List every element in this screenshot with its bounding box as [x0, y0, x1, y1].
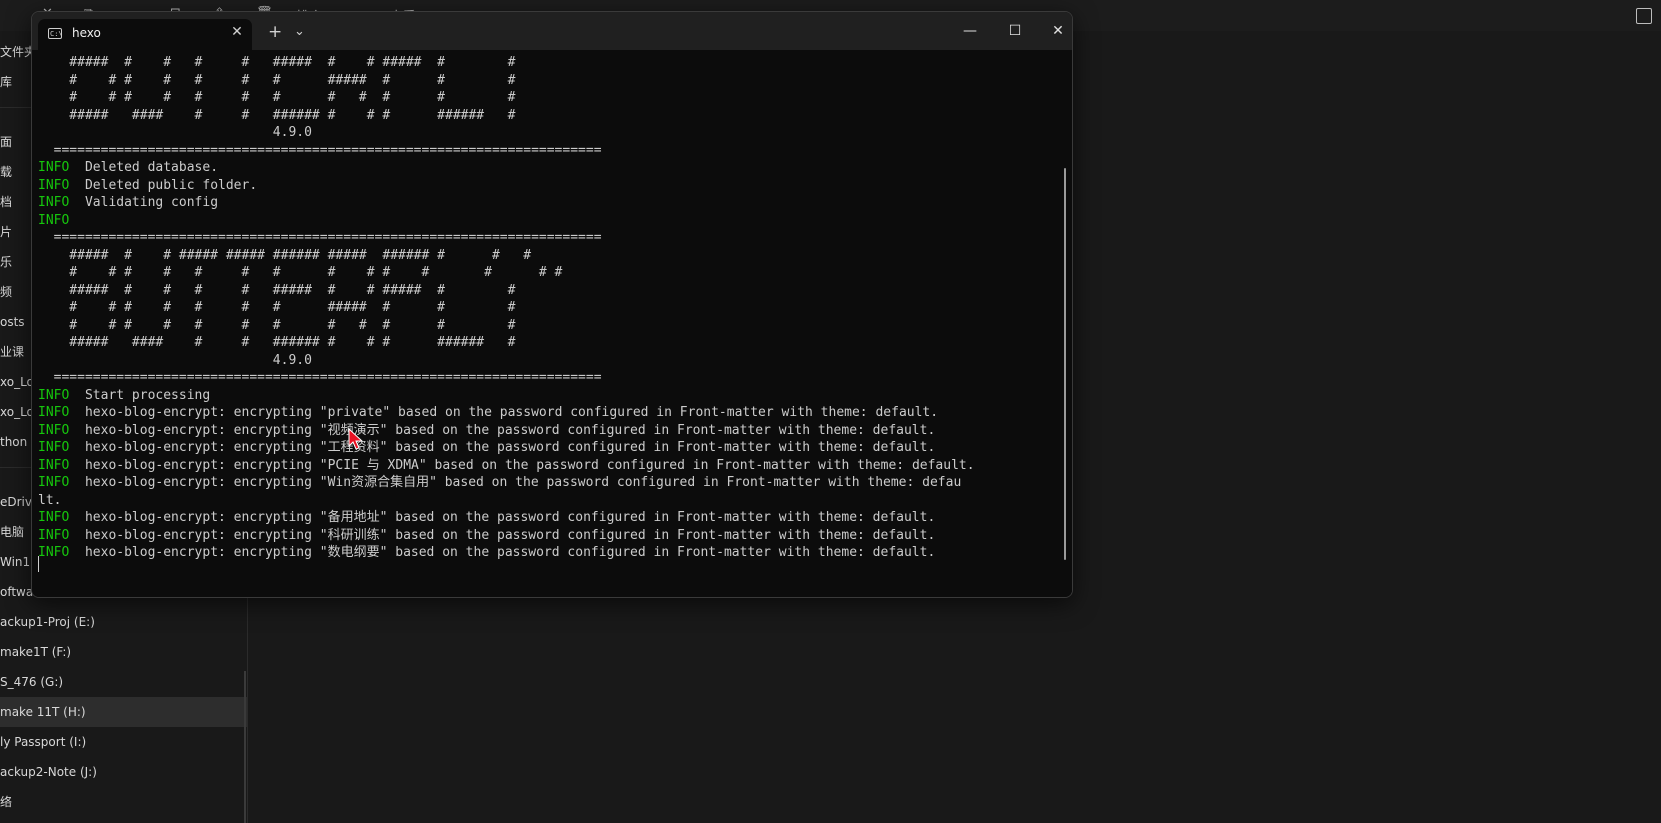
info-tag: INFO [38, 212, 70, 228]
terminal-line: INFO hexo-blog-encrypt: encrypting "视频演示… [38, 422, 975, 440]
terminal-line-text: ========================================… [38, 370, 602, 385]
terminal-output[interactable]: ##### # # # # ##### # # ##### # # # # # … [32, 50, 1072, 597]
info-tag: INFO [38, 422, 70, 438]
terminal-line: INFO hexo-blog-encrypt: encrypting "科研训练… [38, 527, 975, 545]
terminal-line: ##### #### # # ###### # # # ###### # [38, 334, 975, 352]
nav-item-drive-e[interactable]: ackup1-Proj (E:) [0, 607, 247, 637]
terminal-line-text: hexo-blog-encrypt: encrypting "科研训练" bas… [69, 527, 936, 543]
info-tag: INFO [38, 177, 70, 193]
info-tag: INFO [38, 545, 70, 560]
nav-item-drive-g[interactable]: S_476 (G:) [0, 667, 247, 697]
terminal-line: INFO hexo-blog-encrypt: encrypting "PCIE… [38, 457, 975, 475]
chevron-down-icon[interactable]: ⌄ [294, 23, 305, 41]
terminal-line: # # # # # # # ##### # # # [38, 299, 975, 317]
info-tag: INFO [38, 160, 70, 175]
terminal-scrollbar[interactable] [1062, 50, 1070, 597]
minimize-button[interactable]: — [958, 21, 982, 41]
nav-item-drive-i[interactable]: ly Passport (I:) [0, 727, 247, 757]
nav-item-drive-f[interactable]: make1T (F:) [0, 637, 247, 667]
terminal-lines: ##### # # # # ##### # # ##### # # # # # … [38, 54, 975, 562]
terminal-line: INFO hexo-blog-encrypt: encrypting "Win资… [38, 474, 975, 492]
info-tag: INFO [38, 387, 70, 403]
terminal-line-text: # # # # # # # # # # # # [38, 90, 516, 105]
terminal-line-text: hexo-blog-encrypt: encrypting "视频演示" bas… [69, 422, 936, 438]
terminal-line: lt. [38, 492, 975, 510]
terminal-line-text: # # # # # # # ##### # # # [38, 72, 516, 88]
terminal-line: # # # # # # # # # # # # [38, 89, 975, 107]
terminal-line-text: # # # # # # # # # # # # # # [38, 265, 563, 280]
terminal-line: 4.9.0 [38, 352, 975, 370]
terminal-line: 4.9.0 [38, 124, 975, 142]
terminal-line: ##### #### # # ###### # # # ###### # [38, 107, 975, 125]
terminal-line: INFO Validating config [38, 194, 975, 212]
terminal-line-text: Start processing [69, 387, 211, 403]
close-window-button[interactable]: ✕ [1046, 21, 1070, 41]
terminal-line-text: ========================================… [38, 142, 602, 158]
terminal-line: # # # # # # # ##### # # # [38, 72, 975, 90]
terminal-line-text: hexo-blog-encrypt: encrypting "数电纲要" bas… [69, 545, 936, 560]
terminal-line-text: Deleted public folder. [69, 177, 258, 193]
terminal-line-text: lt. [38, 492, 62, 508]
terminal-line-text: Deleted database. [69, 160, 219, 175]
terminal-line: # # # # # # # # # # # # [38, 317, 975, 335]
info-tag: INFO [38, 475, 70, 490]
terminal-line: ##### # # # # ##### # # ##### # # [38, 282, 975, 300]
terminal-line-text: 4.9.0 [38, 352, 312, 368]
terminal-window: C:\ hexo ✕ + ⌄ — ☐ ✕ ##### # # # # #####… [31, 11, 1073, 598]
terminal-line: INFO Deleted public folder. [38, 177, 975, 195]
terminal-line: ##### # # ##### ##### ###### ##### #####… [38, 247, 975, 265]
terminal-line-text: # # # # # # # # # # # # [38, 317, 516, 333]
tab-title: hexo [72, 26, 101, 40]
terminal-line: ========================================… [38, 229, 975, 247]
details-pane-icon[interactable] [1636, 8, 1652, 24]
info-tag: INFO [38, 510, 70, 525]
terminal-line-text: hexo-blog-encrypt: encrypting "Win资源合集自用… [69, 475, 962, 490]
terminal-line: INFO [38, 212, 975, 230]
info-tag: INFO [38, 457, 70, 473]
terminal-line: INFO Deleted database. [38, 159, 975, 177]
command-prompt-icon: C:\ [48, 28, 63, 39]
nav-item-network[interactable]: 络 [0, 787, 247, 817]
terminal-line: ========================================… [38, 142, 975, 160]
terminal-line: INFO hexo-blog-encrypt: encrypting "备用地址… [38, 509, 975, 527]
terminal-line: INFO Start processing [38, 387, 975, 405]
sidebar-scrollbar[interactable] [244, 671, 246, 823]
info-tag: INFO [38, 527, 70, 543]
terminal-line-text: ##### # # # # ##### # # ##### # # [38, 282, 516, 298]
info-tag: INFO [38, 195, 70, 210]
mouse-pointer-icon [348, 428, 364, 450]
nav-item-drive-j[interactable]: ackup2-Note (J:) [0, 757, 247, 787]
terminal-line-text: ##### #### # # ###### # # # ###### # [38, 335, 516, 350]
terminal-tab-bar: C:\ hexo ✕ + ⌄ — ☐ ✕ [32, 12, 1072, 50]
terminal-line: # # # # # # # # # # # # # # [38, 264, 975, 282]
terminal-line-text: ##### # # # # ##### # # ##### # # [38, 55, 516, 70]
terminal-line: INFO hexo-blog-encrypt: encrypting "工程资料… [38, 439, 975, 457]
terminal-scrollbar-thumb[interactable] [1064, 168, 1066, 560]
terminal-line-text: ##### # # ##### ##### ###### ##### #####… [38, 247, 532, 263]
terminal-line-text: hexo-blog-encrypt: encrypting "PCIE 与 XD… [69, 457, 975, 473]
info-tag: INFO [38, 440, 70, 455]
terminal-line: ##### # # # # ##### # # ##### # # [38, 54, 975, 72]
terminal-line: INFO hexo-blog-encrypt: encrypting "priv… [38, 404, 975, 422]
terminal-line-text: 4.9.0 [38, 125, 312, 140]
terminal-line-text: Validating config [69, 195, 219, 210]
nav-item-drive-h[interactable]: make 11T (H:) [0, 697, 247, 727]
text-cursor [38, 556, 39, 572]
terminal-line-text: hexo-blog-encrypt: encrypting "private" … [69, 405, 939, 420]
terminal-line: INFO hexo-blog-encrypt: encrypting "数电纲要… [38, 544, 975, 562]
terminal-line: ========================================… [38, 369, 975, 387]
maximize-button[interactable]: ☐ [1003, 21, 1027, 41]
tab-close-icon[interactable]: ✕ [228, 23, 246, 41]
info-tag: INFO [38, 405, 70, 420]
tab-hexo[interactable]: C:\ hexo ✕ [38, 19, 252, 50]
new-tab-button[interactable]: + [268, 23, 282, 41]
terminal-line-text: # # # # # # # ##### # # # [38, 300, 516, 315]
terminal-line-text: ========================================… [38, 230, 602, 245]
terminal-line-text: hexo-blog-encrypt: encrypting "备用地址" bas… [69, 510, 936, 525]
terminal-line-text: ##### #### # # ###### # # # ###### # [38, 107, 516, 123]
terminal-line-text: hexo-blog-encrypt: encrypting "工程资料" bas… [69, 440, 936, 455]
